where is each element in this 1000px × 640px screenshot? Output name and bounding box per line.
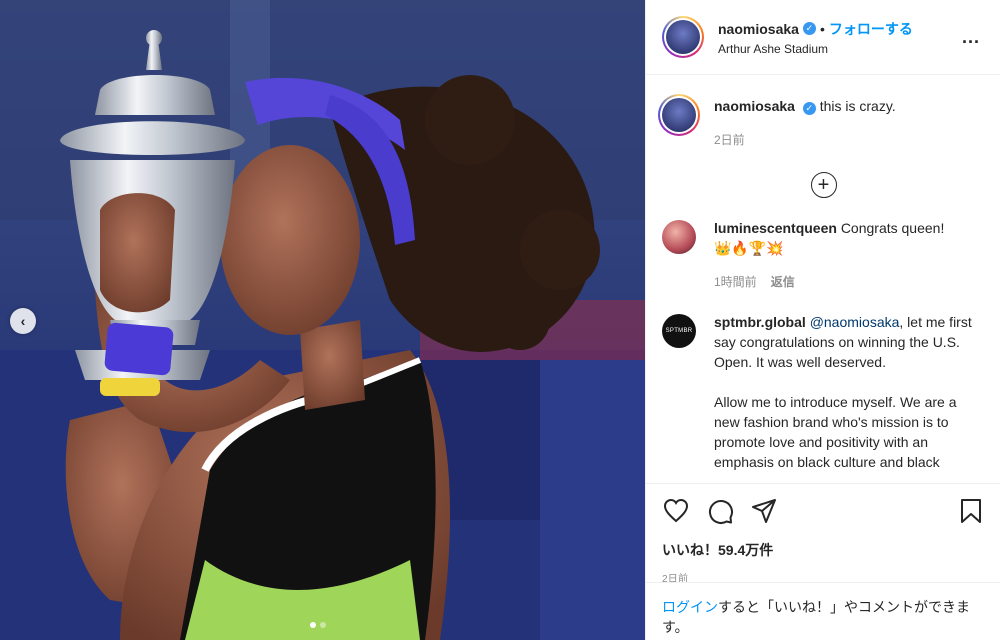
comment: luminescentqueen Congrats queen! 👑🔥🏆💥 1時… [662,218,985,292]
comment: SPTMBR sptmbr.global @naomiosaka, let me… [662,312,985,472]
login-link[interactable]: ログイン [662,599,718,615]
post-media[interactable]: ‹ [0,0,645,640]
separator-bullet: • [819,20,825,37]
location-link[interactable]: Arthur Ashe Stadium [718,42,958,56]
heart-icon[interactable] [662,497,690,525]
avatar-label: SPTMBR [665,328,693,334]
comment-emoji: 👑🔥🏆💥 [714,240,784,256]
more-options-icon[interactable]: ... [958,23,984,52]
instagram-post: ‹ naomiosaka ✓ • フォローする Arthur Ashe Stad… [0,0,1000,640]
verified-badge-icon: ✓ [802,22,816,35]
follow-button[interactable]: フォローする [829,19,913,39]
caption-text: this is crazy. [819,98,896,114]
avatar[interactable] [658,94,700,136]
plus-icon: + [817,174,830,196]
reply-button[interactable]: 返信 [771,272,795,292]
bookmark-icon[interactable] [957,497,985,525]
avatar[interactable] [662,16,704,58]
comment-username[interactable]: luminescentqueen [714,220,837,236]
comment-time[interactable]: 1時間前 [714,272,757,292]
comment-icon[interactable] [706,497,734,525]
carousel-dot-2 [320,622,326,628]
commenter-avatar[interactable] [662,220,696,254]
mention-link[interactable]: @naomiosaka [810,314,900,330]
post-actions: いいね！59.4万件 2日前 [646,483,1000,585]
commenter-avatar[interactable]: SPTMBR [662,314,696,348]
likes-count[interactable]: いいね！59.4万件 [662,540,985,560]
carousel-dot-1 [310,622,316,628]
comments-list[interactable]: naomiosaka ✓ this is crazy. 2日前 + lumine… [646,76,1000,482]
caption: naomiosaka ✓ this is crazy. 2日前 [658,94,985,150]
share-icon[interactable] [750,497,778,525]
previous-slide-button[interactable]: ‹ [10,308,36,334]
caption-time[interactable]: 2日前 [714,130,745,150]
caption-username[interactable]: naomiosaka [714,98,795,114]
header-username[interactable]: naomiosaka [718,21,799,37]
comment-username[interactable]: sptmbr.global [714,314,806,330]
verified-badge-icon: ✓ [802,101,816,115]
post-sidebar: naomiosaka ✓ • フォローする Arthur Ashe Stadiu… [645,0,1000,640]
carousel-dots [310,622,326,628]
load-more-comments-button[interactable]: + [810,172,837,198]
post-photo [0,0,645,640]
comment-text: , let me first say congratulations on wi… [714,314,972,470]
login-prompt: ログインすると「いいね！」やコメントができます。 [646,582,1000,637]
post-header: naomiosaka ✓ • フォローする Arthur Ashe Stadiu… [646,0,1000,75]
chevron-left-icon: ‹ [20,313,26,329]
comment-text: Congrats queen! [840,220,945,236]
